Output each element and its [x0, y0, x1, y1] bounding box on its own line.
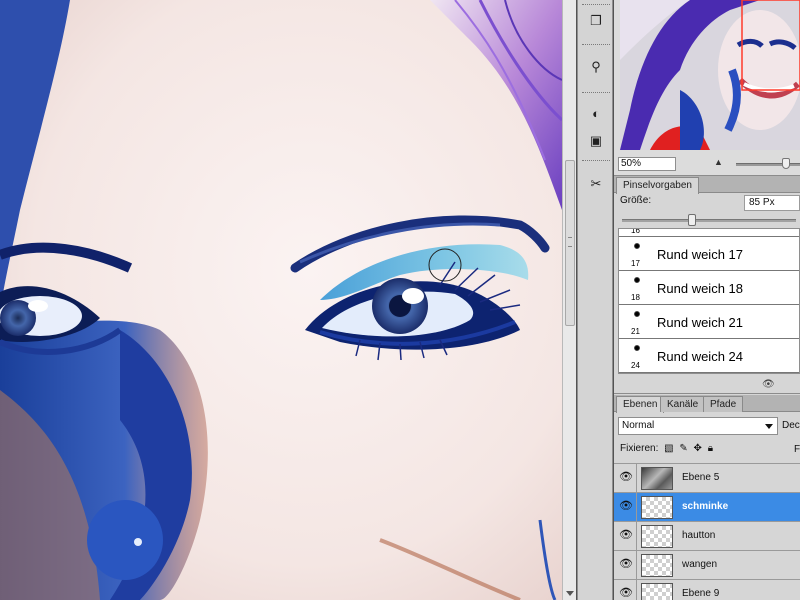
navigator-zoom-field[interactable]: 50%: [618, 157, 676, 171]
layer-thumbnail: [641, 554, 673, 577]
chevron-down-icon: [765, 424, 773, 429]
lock-pixels-icon[interactable]: ✎: [679, 443, 687, 454]
lock-transparency-icon[interactable]: ▧: [664, 443, 673, 454]
layer-thumbnail: [641, 467, 673, 490]
brush-tools-icon[interactable]: ✂: [584, 173, 608, 195]
document-canvas[interactable]: [0, 0, 562, 600]
navigator-thumbnail[interactable]: [620, 0, 800, 150]
layer-row[interactable]: 👁 hautton: [614, 521, 800, 551]
zoom-out-icon[interactable]: ▲: [714, 157, 723, 167]
visibility-eye-icon[interactable]: 👁: [617, 528, 635, 544]
brush-size-slider-knob[interactable]: [688, 214, 696, 226]
clone-stamp-icon[interactable]: ⚲: [584, 56, 608, 78]
layer-row[interactable]: 👁 Ebene 5: [614, 463, 800, 493]
brush-tip-icon: [634, 277, 640, 283]
lock-label: Fixieren:: [620, 443, 659, 454]
lock-position-icon[interactable]: ✥: [694, 443, 702, 454]
list-item[interactable]: 17 Rund weich 17: [619, 237, 799, 271]
layers-tabbar: Ebenen Kanäle Pfade: [614, 395, 800, 413]
tab-layers[interactable]: Ebenen: [616, 396, 665, 413]
brush-tip-icon: [634, 311, 640, 317]
layer-divider: [636, 493, 637, 522]
tab-channels[interactable]: Kanäle: [660, 396, 706, 412]
canvas-vertical-scrollbar[interactable]: [562, 0, 576, 600]
rotate-icon[interactable]: ◐: [584, 102, 608, 124]
layer-name: schminke: [682, 501, 729, 512]
scrollbar-grip-icon: [568, 237, 572, 247]
brush-number: 21: [631, 327, 640, 336]
canvas-image: [0, 0, 562, 600]
navigator-zoom-slider-knob[interactable]: [782, 158, 790, 169]
right-panel-dock: 50% ▲ Pinselvorgaben Größe: 85 Px 16 17 …: [614, 0, 800, 600]
layer-name: wangen: [682, 559, 718, 570]
toggle-preview-icon[interactable]: 👁: [762, 379, 775, 390]
layer-thumbnail: [641, 583, 673, 600]
list-item[interactable]: 21 Rund weich 21: [619, 305, 799, 339]
visibility-eye-icon[interactable]: 👁: [617, 586, 635, 600]
brush-tip-icon: [634, 345, 640, 351]
brush-number: 16: [631, 228, 640, 235]
lock-row: Fixieren: ▧ ✎ ✥ 🔒︎: [620, 443, 800, 457]
brush-number: 24: [631, 361, 640, 370]
blend-mode-value: Normal: [622, 420, 655, 431]
layer-row-selected[interactable]: 👁 schminke: [614, 492, 800, 522]
layer-row[interactable]: 👁 Ebene 9: [614, 579, 800, 600]
opacity-label: Deck: [782, 420, 800, 431]
lock-all-icon[interactable]: 🔒︎: [708, 443, 713, 454]
layer-divider: [636, 580, 637, 600]
strip-separator: [582, 4, 610, 7]
layer-name: Ebene 5: [682, 472, 720, 483]
brush-number: 17: [631, 259, 640, 268]
brush-number: 18: [631, 293, 640, 302]
navigator-panel: 50% ▲: [614, 0, 800, 176]
brush-presets-panel: Pinselvorgaben Größe: 85 Px 16 17 Rund w…: [614, 176, 800, 394]
fill-label: F: [794, 444, 800, 455]
strip-separator: [582, 92, 610, 95]
brush-size-label: Größe:: [620, 195, 652, 206]
navigator-zoom-bar: 50% ▲: [614, 154, 800, 174]
blend-mode-select[interactable]: Normal: [618, 417, 778, 435]
strip-separator: [582, 160, 610, 163]
brush-name: Rund weich 21: [657, 315, 743, 330]
scrollbar-thumb[interactable]: [565, 160, 575, 326]
brush-name: Rund weich 24: [657, 349, 743, 364]
brush-presets-tabbar: Pinselvorgaben: [614, 176, 800, 194]
brush-presets-footer: 👁: [614, 376, 800, 393]
layer-name: hautton: [682, 530, 716, 541]
list-item[interactable]: 24 Rund weich 24: [619, 339, 799, 373]
brush-name: Rund weich 17: [657, 247, 743, 262]
brush-preset-list[interactable]: 16 17 Rund weich 17 18 Rund weich 18 21 …: [618, 228, 800, 374]
layer-divider: [636, 522, 637, 551]
layer-divider: [636, 551, 637, 580]
brush-size-slider[interactable]: [622, 219, 796, 222]
layer-thumbnail: [641, 496, 673, 519]
brush-tip-icon: [634, 243, 640, 249]
layer-name: Ebene 9: [682, 588, 720, 599]
layer-divider: [636, 464, 637, 493]
tab-brush-presets[interactable]: Pinselvorgaben: [616, 177, 699, 194]
visibility-eye-icon[interactable]: 👁: [617, 470, 635, 486]
panel-icon-strip: ❐ ⚲ ◐ ▣ ✂: [577, 0, 613, 600]
navigator-preview-image: [620, 0, 800, 150]
visibility-eye-icon[interactable]: 👁: [617, 499, 635, 515]
navigator-zoom-slider[interactable]: [736, 163, 800, 166]
layer-thumbnail: [641, 525, 673, 548]
visibility-eye-icon[interactable]: 👁: [617, 557, 635, 573]
mask-icon[interactable]: ▣: [584, 130, 608, 152]
tab-paths[interactable]: Pfade: [703, 396, 744, 412]
history-brush-icon[interactable]: ❐: [584, 10, 608, 32]
brush-name: Rund weich 18: [657, 281, 743, 296]
list-item[interactable]: 18 Rund weich 18: [619, 271, 799, 305]
layers-panel: Ebenen Kanäle Pfade Normal Deck Fixieren…: [614, 395, 800, 600]
list-item[interactable]: 16: [619, 229, 799, 237]
scroll-down-arrow-icon[interactable]: [566, 591, 574, 596]
layer-row[interactable]: 👁 wangen: [614, 550, 800, 580]
strip-separator: [582, 44, 610, 47]
brush-size-field[interactable]: 85 Px: [744, 195, 800, 211]
